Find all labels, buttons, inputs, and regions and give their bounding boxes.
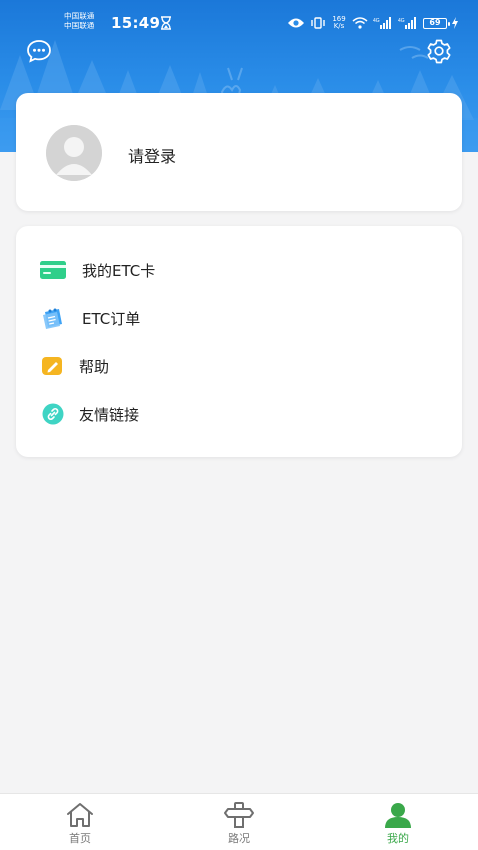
menu-item-label: ETC订单: [82, 309, 141, 328]
battery-indicator: 69: [423, 17, 450, 29]
card-icon: [40, 259, 66, 281]
menu-item-label: 友情链接: [79, 405, 140, 424]
status-right-group: 169 K/s 4G 4G 69: [287, 14, 458, 32]
carrier-label-1: 中国联通: [64, 12, 95, 21]
vibrate-icon: [311, 17, 325, 29]
tab-label: 首页: [69, 832, 91, 845]
menu-item-etc-card[interactable]: 我的ETC卡: [16, 248, 462, 292]
order-icon: [40, 307, 66, 329]
settings-icon[interactable]: [426, 38, 452, 64]
tab-home[interactable]: 首页: [35, 794, 125, 850]
wifi-icon: [352, 17, 368, 29]
eye-icon: [288, 18, 304, 28]
message-icon[interactable]: [26, 38, 52, 64]
net-speed: 169 K/s: [331, 16, 347, 30]
menu-item-friend-links[interactable]: 友情链接: [16, 392, 462, 436]
net-speed-unit: K/s: [333, 22, 345, 30]
svg-text:4G: 4G: [398, 18, 405, 24]
tab-road-conditions[interactable]: 路况: [194, 794, 284, 850]
road-sign-icon: [224, 802, 254, 828]
link-icon: [40, 403, 66, 425]
svg-text:4G: 4G: [373, 18, 380, 24]
menu-item-etc-order[interactable]: ETC订单: [16, 296, 462, 340]
charging-icon: [452, 17, 458, 29]
login-prompt[interactable]: 请登录: [128, 143, 176, 167]
carrier-label-2: 中国联通: [64, 21, 95, 31]
menu-item-label: 帮助: [79, 357, 110, 376]
signal-icon-2: 4G: [398, 17, 416, 29]
status-time: 15:49: [111, 14, 161, 32]
hourglass-icon: [161, 16, 171, 30]
signal-icon-1: 4G: [373, 17, 391, 29]
default-avatar-icon[interactable]: [46, 125, 102, 181]
menu-card: 我的ETC卡 ETC订单 帮助 友情链接: [16, 226, 462, 457]
help-icon: [40, 355, 66, 377]
menu-item-help[interactable]: 帮助: [16, 344, 462, 388]
status-bar: 中国联通 中国联通 15:49 169 K/s 4G 4G 69: [0, 0, 478, 36]
carrier-info: 中国联通 中国联通: [64, 12, 94, 31]
home-icon: [67, 803, 93, 827]
menu-item-label: 我的ETC卡: [82, 261, 156, 280]
profile-card[interactable]: 请登录: [16, 93, 462, 211]
bottom-tab-bar: 首页 路况 我的: [0, 793, 478, 850]
tab-label: 我的: [387, 832, 409, 845]
user-icon: [385, 803, 411, 828]
tab-mine[interactable]: 我的: [353, 794, 443, 850]
tab-label: 路况: [228, 832, 250, 845]
